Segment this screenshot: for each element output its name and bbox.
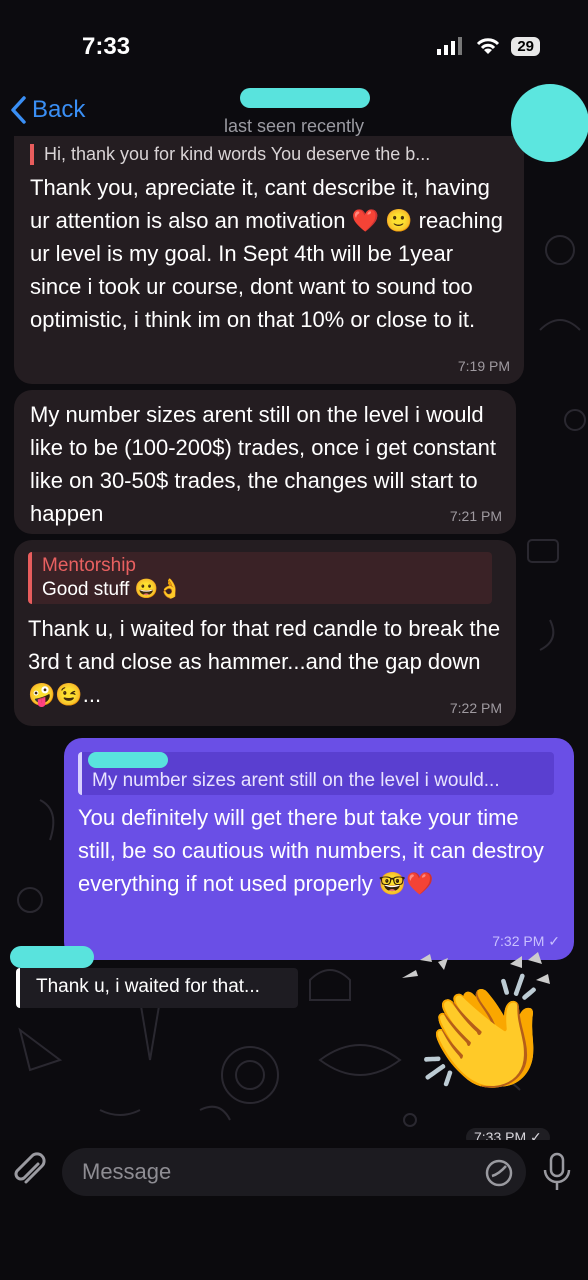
message-composer <box>0 1140 588 1280</box>
quote-text: Good stuff 😀👌 <box>42 579 182 600</box>
message-text: Thank you, apreciate it, cant describe i… <box>30 175 504 332</box>
sticker-icon[interactable] <box>484 1158 514 1188</box>
message-text: My number sizes arent still on the level… <box>30 402 496 526</box>
chat-header: Back last seen recently <box>0 86 588 142</box>
status-icons: 29 <box>437 36 540 56</box>
message-time: 7:19 PM <box>457 358 510 374</box>
reply-quote[interactable]: My number sizes arent still on the level… <box>78 752 554 795</box>
status-bar: 7:33 29 <box>0 0 588 90</box>
quote-author-redaction <box>88 752 168 768</box>
incoming-reply-quote[interactable]: Thank u, i waited for that... <box>10 946 298 1008</box>
battery-indicator: 29 <box>511 36 540 56</box>
message-bubble[interactable]: My number sizes arent still on the level… <box>14 390 516 534</box>
reply-quote[interactable]: Mentorship Good stuff 😀👌 <box>28 552 492 604</box>
message-text: Thank u, i waited for that red candle to… <box>28 616 501 707</box>
last-seen-status: last seen recently <box>223 116 365 136</box>
reply-preview-text: Hi, thank you for kind words You deserve… <box>44 144 431 164</box>
clapping-hands-icon: 👏 <box>414 972 554 1097</box>
message-bubble[interactable]: Hi, thank you for kind words You deserve… <box>14 136 524 384</box>
message-input[interactable] <box>62 1148 526 1196</box>
microphone-icon[interactable] <box>540 1152 574 1192</box>
message-text: You definitely will get there but take y… <box>78 805 544 896</box>
message-bubble-outgoing[interactable]: My number sizes arent still on the level… <box>64 738 574 960</box>
message-time: 7:21 PM <box>449 508 502 524</box>
quote-text: Thank u, i waited for that... <box>36 976 260 997</box>
signal-icon <box>437 37 463 55</box>
paperclip-icon[interactable] <box>12 1152 50 1190</box>
message-time: 7:32 PM ✓ <box>492 933 560 949</box>
message-time: 7:22 PM <box>449 700 502 716</box>
message-bubble[interactable]: Mentorship Good stuff 😀👌 Thank u, i wait… <box>14 540 516 726</box>
quote-author: Mentorship <box>42 555 136 576</box>
status-time: 7:33 <box>82 33 131 60</box>
quote-text: My number sizes arent still on the level… <box>92 770 500 791</box>
contact-name-redaction <box>240 88 370 108</box>
wifi-icon <box>477 38 500 54</box>
emoji-sticker[interactable]: 👏 <box>398 950 568 1120</box>
reply-preview[interactable]: Hi, thank you for kind words You deserve… <box>30 144 508 165</box>
quote-author-redaction <box>10 946 94 968</box>
contact-avatar[interactable] <box>511 84 588 162</box>
